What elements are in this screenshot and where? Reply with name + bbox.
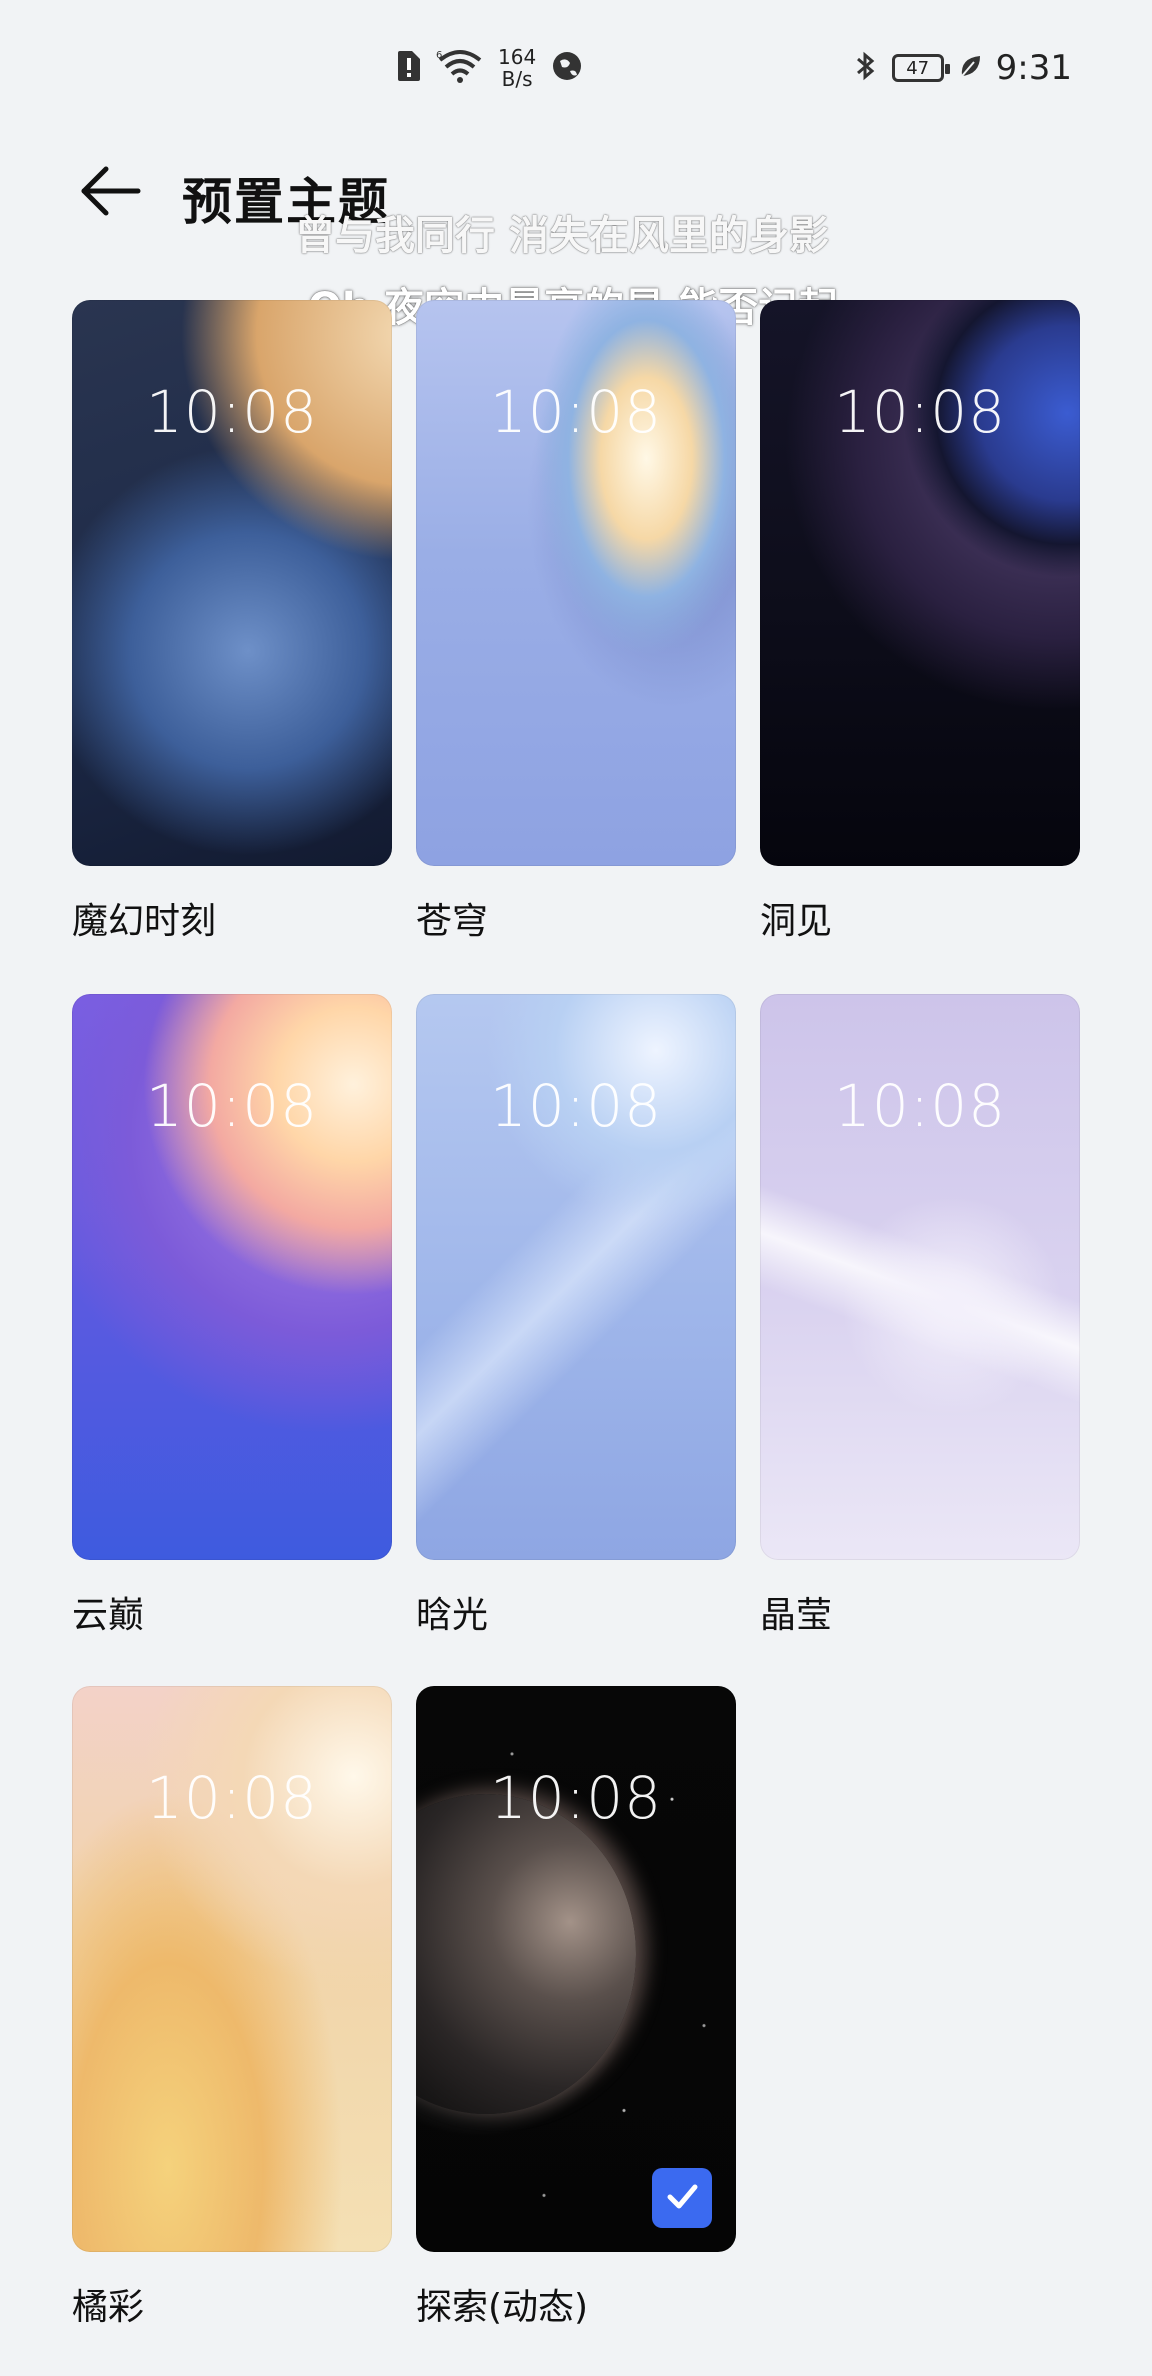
theme-thumbnail[interactable]: 10:08 [72,994,392,1560]
network-speed: 164 B/s [498,46,536,90]
status-bar-center: 6 164 B/s [396,40,584,96]
wifi-icon: 6 [436,48,484,88]
theme-thumbnail[interactable]: 10:08 [416,994,736,1560]
theme-card-4[interactable]: 10:08 云巅 [72,994,392,1636]
theme-thumbnail[interactable]: 10:08 [760,994,1080,1560]
theme-label: 探索(动态) [416,2287,589,2328]
thumbnail-clock: 10:08 [489,1764,663,1832]
status-bar: 6 164 B/s 47 9:31 [0,0,1152,130]
thumbnail-clock: 10:08 [489,1072,663,1140]
thumbnail-clock: 10:08 [489,378,663,446]
theme-label: 魔幻时刻 [72,901,217,942]
theme-card-3[interactable]: 10:08 洞见 [760,300,1080,942]
theme-card-1[interactable]: 10:08 魔幻时刻 [72,300,392,942]
battery-icon: 47 [891,54,950,82]
theme-label: 晶莹 [760,1595,833,1636]
bluetooth-icon [854,49,878,87]
theme-card-5[interactable]: 10:08 晗光 [416,994,736,1636]
network-speed-value: 164 [498,45,537,69]
thumbnail-clock: 10:08 [145,1764,319,1832]
lyric-line-1: 曾与我同行 消失在风里的身影 [295,213,829,259]
thumbnail-clock: 10:08 [833,1072,1007,1140]
theme-label: 苍穹 [416,901,489,942]
status-bar-right: 47 9:31 [854,40,1072,96]
network-speed-unit: B/s [501,67,533,91]
theme-label: 橘彩 [72,2287,145,2328]
selected-checkbox[interactable] [652,2168,712,2228]
status-time: 9:31 [995,48,1072,88]
thumbnail-clock: 10:08 [145,378,319,446]
checkmark-icon [662,2176,702,2220]
theme-thumbnail[interactable]: 10:08 [760,300,1080,866]
theme-card-6[interactable]: 10:08 晶莹 [760,994,1080,1636]
thumbnail-clock: 10:08 [145,1072,319,1140]
theme-label: 洞见 [760,901,833,942]
theme-card-8[interactable]: 10:08 探索(动态) [416,1686,736,2328]
theme-thumbnail[interactable]: 10:08 [416,300,736,866]
leaf-icon [958,52,982,84]
theme-thumbnail[interactable]: 10:08 [416,1686,736,2252]
alert-icon [396,49,422,87]
theme-label: 云巅 [72,1595,145,1636]
battery-level: 47 [906,57,930,79]
theme-thumbnail[interactable]: 10:08 [72,300,392,866]
thumbnail-clock: 10:08 [833,378,1007,446]
theme-card-2[interactable]: 10:08 苍穹 [416,300,736,942]
theme-label: 晗光 [416,1595,489,1636]
theme-thumbnail[interactable]: 10:08 [72,1686,392,2252]
svg-text:6: 6 [436,50,442,61]
theme-card-7[interactable]: 10:08 橘彩 [72,1686,392,2328]
globe-icon [550,49,584,87]
